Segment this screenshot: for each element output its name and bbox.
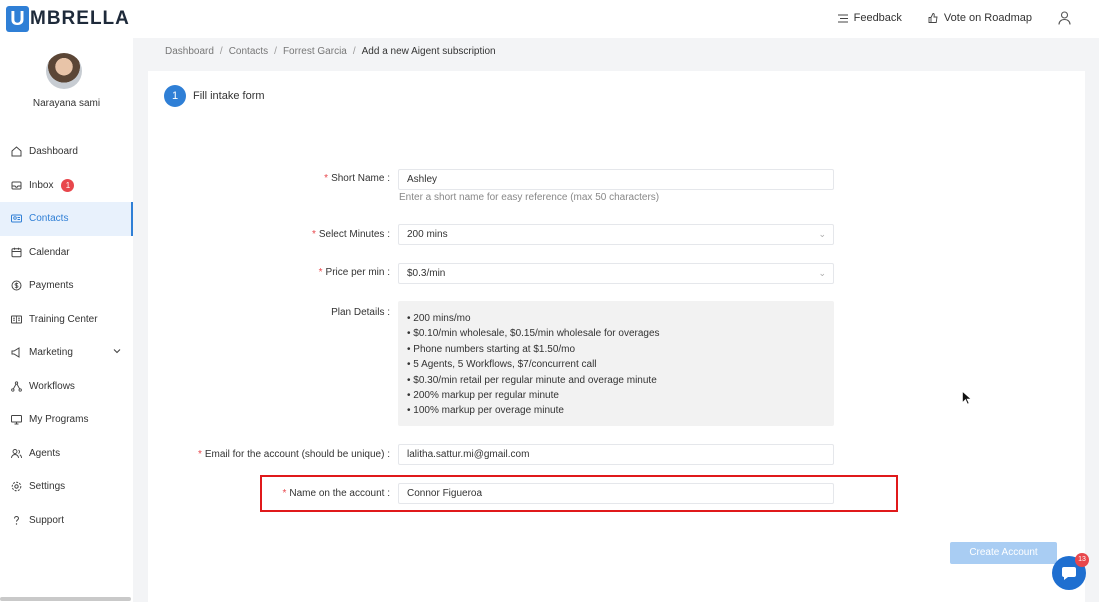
select-minutes-label: * Select Minutes : (311, 229, 390, 240)
chat-badge: 13 (1075, 553, 1089, 567)
sidebar-item-dashboard[interactable]: Dashboard (0, 135, 133, 169)
breadcrumb-separator: / (219, 46, 223, 57)
breadcrumb: Dashboard / Contacts / Forrest Garcia / … (165, 46, 496, 57)
brand-logo[interactable]: U MBRELLA (6, 6, 130, 32)
sidebar-item-marketing[interactable]: Marketing (0, 336, 133, 370)
chevron-down-icon: ⌄ (818, 268, 826, 278)
plan-detail-item: Phone numbers starting at $1.50/mo (407, 342, 825, 357)
short-name-input[interactable]: Ashley (398, 169, 834, 190)
sidebar-item-label: Settings (29, 481, 66, 493)
plan-detail-item: 5 Agents, 5 Workflows, $7/concurrent cal… (407, 357, 825, 372)
payments-icon (11, 280, 22, 291)
sidebar-item-label: Calendar (29, 246, 70, 258)
calendar-icon (11, 247, 22, 258)
sidebar-item-inbox[interactable]: Inbox 1 (0, 169, 133, 203)
user-profile-button[interactable] (1058, 11, 1077, 25)
breadcrumb-current: Add a new Aigent subscription (361, 46, 496, 57)
email-input[interactable]: lalitha.sattur.mi@gmail.com (398, 444, 834, 465)
sidebar-item-contacts[interactable]: Contacts (0, 202, 133, 236)
inbox-icon (11, 180, 22, 191)
feedback-label: Feedback (853, 12, 902, 24)
sidebar-item-settings[interactable]: Settings (0, 470, 133, 504)
step-title: Fill intake form (193, 90, 265, 102)
email-label: * Email for the account (should be unique… (197, 449, 390, 460)
sidebar: Narayana sami Dashboard Inbox 1 Contacts… (0, 38, 133, 602)
chevron-down-icon[interactable] (113, 348, 121, 354)
cursor-icon (962, 391, 971, 405)
plan-details-box: 200 mins/mo $0.10/min wholesale, $0.15/m… (398, 301, 834, 426)
plan-detail-item: 100% markup per overage minute (407, 403, 825, 418)
plan-detail-item: 200 mins/mo (407, 311, 825, 326)
sidebar-item-label: Contacts (29, 213, 69, 225)
logo-mark: U (6, 6, 29, 32)
breadcrumb-dashboard[interactable]: Dashboard (165, 46, 214, 57)
sidebar-item-support[interactable]: Support (0, 504, 133, 538)
contacts-icon (11, 213, 22, 224)
price-per-min-dropdown[interactable]: $0.3/min ⌄ (398, 263, 834, 284)
chevron-down-icon: ⌄ (818, 229, 826, 239)
user-icon (1058, 11, 1071, 25)
sidebar-item-label: My Programs (29, 414, 89, 426)
short-name-hint: Enter a short name for easy reference (m… (399, 192, 660, 203)
sidebar-item-label: Workflows (29, 380, 75, 392)
user-name: Narayana sami (32, 98, 101, 109)
agents-icon (11, 448, 22, 459)
top-bar: U MBRELLA Feedback Vote on Roadmap (0, 0, 1099, 38)
support-icon (11, 515, 22, 526)
thumbs-up-icon (928, 13, 938, 23)
sidebar-item-label: Payments (29, 280, 74, 292)
create-account-button[interactable]: Create Account (950, 542, 1057, 564)
vote-roadmap-label: Vote on Roadmap (943, 12, 1032, 24)
plan-detail-item: $0.30/min retail per regular minute and … (407, 373, 825, 388)
inbox-count-badge: 1 (61, 178, 75, 192)
sidebar-item-label: Training Center (29, 313, 98, 325)
sidebar-item-payments[interactable]: Payments (0, 269, 133, 303)
feedback-button[interactable]: Feedback (837, 12, 902, 24)
price-per-min-label: * Price per min : (318, 267, 390, 278)
breadcrumb-contacts[interactable]: Contacts (229, 46, 268, 57)
form-step: 1 Fill intake form (164, 85, 265, 107)
breadcrumb-separator: / (274, 46, 277, 57)
plan-detail-item: 200% markup per regular minute (407, 388, 825, 403)
plan-detail-item: $0.10/min wholesale, $0.15/min wholesale… (407, 326, 825, 341)
sidebar-item-my-programs[interactable]: My Programs (0, 403, 133, 437)
top-actions: Feedback Vote on Roadmap (812, 0, 1077, 36)
feedback-icon (837, 13, 848, 23)
sidebar-item-workflows[interactable]: Workflows (0, 370, 133, 404)
sidebar-item-label: Marketing (29, 347, 73, 359)
marketing-icon (11, 347, 22, 359)
intake-form-card: 1 Fill intake form * Short Name : Ashley … (148, 71, 1085, 602)
breadcrumb-separator: / (352, 46, 356, 57)
sidebar-item-label: Inbox (29, 179, 54, 191)
vote-roadmap-button[interactable]: Vote on Roadmap (928, 12, 1032, 24)
breadcrumb-contact-name[interactable]: Forrest Garcia (283, 46, 347, 57)
programs-icon (11, 414, 22, 425)
settings-icon (11, 481, 22, 492)
sidebar-item-label: Support (29, 514, 65, 526)
workflows-icon (11, 381, 22, 392)
home-icon (11, 146, 22, 157)
chat-icon (1062, 567, 1076, 580)
training-icon (11, 314, 22, 325)
highlight-box (260, 475, 898, 512)
short-name-label: * Short Name : (324, 173, 390, 184)
sidebar-nav: Dashboard Inbox 1 Contacts Calendar Paym… (0, 135, 133, 537)
sidebar-item-training-center[interactable]: Training Center (0, 303, 133, 337)
plan-details-label: Plan Details : (331, 307, 390, 318)
step-number: 1 (164, 85, 186, 107)
select-minutes-dropdown[interactable]: 200 mins ⌄ (398, 224, 834, 245)
sidebar-item-agents[interactable]: Agents (0, 437, 133, 471)
logo-text: MBRELLA (30, 8, 130, 29)
avatar[interactable] (46, 53, 82, 89)
sidebar-item-calendar[interactable]: Calendar (0, 236, 133, 270)
sidebar-scrollbar[interactable] (0, 597, 131, 601)
sidebar-item-label: Agents (29, 447, 61, 459)
sidebar-item-label: Dashboard (29, 146, 78, 158)
